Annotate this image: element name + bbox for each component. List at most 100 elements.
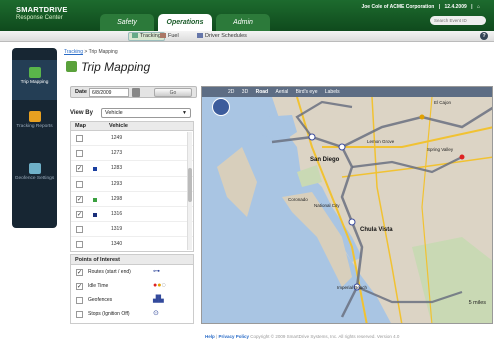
poi-row-stops[interactable]: Stops (Ignition Off) ⊙ [71, 307, 193, 321]
go-button[interactable]: Go [154, 88, 192, 97]
current-date: 12.4.2009 [444, 4, 467, 10]
city-label-national-city: National City [314, 203, 340, 208]
tab-operations[interactable]: Operations [158, 14, 212, 31]
trip-map[interactable]: 2D 3D Road Aerial Bird's eye Labels San … [201, 86, 493, 324]
stop-icon: ⊙ [153, 310, 159, 317]
privacy-policy-link[interactable]: Privacy Policy [218, 334, 249, 339]
map-style-aerial[interactable]: Aerial [275, 87, 288, 97]
table-row[interactable]: 1249 [71, 131, 193, 147]
table-row[interactable]: ✓ 1283 [71, 161, 193, 177]
view-by-label: View By [70, 110, 93, 116]
table-header: Map Vehicle [71, 122, 193, 131]
idle-marker[interactable] [419, 114, 425, 120]
help-link[interactable]: Help [205, 334, 215, 339]
idle-time-checkbox[interactable]: ✓ [76, 283, 83, 290]
map-style-birds-eye[interactable]: Bird's eye [296, 87, 318, 97]
city-label-el-cajon: El Cajon [434, 100, 452, 105]
vehicle-color-swatch [93, 197, 97, 202]
vehicle-id: 1316 [111, 210, 123, 217]
top-header-bar: SMARTDRIVE Response Center Safety Operat… [0, 0, 494, 31]
poi-label: Geofences [88, 297, 113, 303]
map-style-road[interactable]: Road [256, 87, 269, 97]
home-icon[interactable]: ⌂ [477, 4, 480, 10]
subnav-label: Driver Schedules [205, 33, 247, 39]
city-label-lemon-grove: Lemon Grove [367, 139, 395, 144]
vehicle-id: 1298 [111, 195, 123, 202]
table-row[interactable]: 1319 [71, 222, 193, 238]
view-by-value: Vehicle [105, 110, 123, 116]
search-input[interactable]: Search Event ID [430, 16, 486, 25]
footer: Help | Privacy Policy Copyright © 2009 S… [205, 334, 399, 339]
logo-subtitle: Response Center [16, 15, 63, 21]
help-icon[interactable]: ? [480, 32, 488, 40]
poi-title: Points of Interest [71, 255, 193, 265]
poi-row-idle-time[interactable]: ✓ Idle Time ●●◌ [71, 279, 193, 293]
breadcrumb-current: Trip Mapping [88, 49, 118, 55]
map-checkbox[interactable] [76, 180, 83, 188]
trip-route [295, 100, 353, 138]
route-marker[interactable] [348, 218, 356, 226]
geofence-icon [28, 163, 41, 174]
user-name[interactable]: Joe Cole of ACME Corporation [361, 4, 434, 10]
subnav-label: Fuel [168, 33, 179, 39]
geofences-checkbox[interactable] [76, 297, 83, 304]
table-row[interactable]: 1273 [71, 146, 193, 162]
routes-checkbox[interactable]: ✓ [76, 269, 83, 276]
city-label-coronado: Coronado [288, 197, 308, 202]
subnav-fuel[interactable]: Fuel [160, 32, 179, 41]
sidebar-item-tracking-reports[interactable]: Tracking Reports [12, 106, 57, 150]
sidebar-item-label: Tracking Reports [16, 124, 53, 129]
vehicle-id: 1319 [111, 226, 123, 233]
subnav-label: Tracking [140, 33, 161, 39]
table-scrollbar[interactable] [187, 132, 192, 250]
table-row[interactable]: ✓ 1298 [71, 192, 193, 207]
map-mode-2d[interactable]: 2D [228, 87, 234, 97]
column-header-vehicle[interactable]: Vehicle [109, 123, 128, 129]
table-row[interactable]: 1340 [71, 237, 193, 251]
map-checkbox[interactable]: ✓ [76, 195, 83, 203]
poi-row-routes[interactable]: ✓ Routes (start / end) ⊶ [71, 265, 193, 279]
table-row[interactable]: 1293 [71, 177, 193, 192]
map-labels-toggle[interactable]: Labels [325, 87, 340, 97]
tab-admin[interactable]: Admin [216, 14, 270, 31]
date-input[interactable]: 6/8/2009 [89, 88, 129, 97]
breadcrumb-link-tracking[interactable]: Tracking [64, 49, 83, 55]
page-title-text: Trip Mapping [81, 60, 151, 74]
poi-row-geofences[interactable]: Geofences ▟▙ [71, 293, 193, 307]
map-checkbox[interactable] [76, 226, 83, 234]
trip-route [351, 156, 463, 174]
user-info: Joe Cole of ACME Corporation | 12.4.2009… [358, 4, 480, 10]
freeway [341, 156, 492, 178]
route-marker[interactable] [308, 133, 316, 141]
map-checkbox[interactable] [76, 241, 83, 249]
sidebar-item-label: Trip Mapping [20, 80, 49, 85]
map-checkbox[interactable]: ✓ [76, 210, 83, 218]
trip-route [341, 106, 492, 149]
vehicle-id: 1340 [111, 241, 123, 248]
tab-safety[interactable]: Safety [100, 14, 154, 31]
sidebar-item-geofence-settings[interactable]: Geofence Settings [12, 158, 57, 202]
page-title: Trip Mapping [66, 60, 150, 74]
poi-label: Idle Time [88, 283, 109, 289]
divider: | [471, 4, 473, 10]
map-mode-3d[interactable]: 3D [242, 87, 248, 97]
smartdrive-logo[interactable]: SMARTDRIVE Response Center [16, 5, 98, 25]
map-navigation-compass[interactable] [212, 98, 230, 116]
map-checkbox[interactable] [76, 135, 83, 142]
column-header-map[interactable]: Map [75, 123, 86, 129]
calendar-icon[interactable] [132, 88, 140, 97]
idle-marker[interactable] [459, 154, 465, 160]
park-area [412, 237, 492, 323]
subnav-driver-schedules[interactable]: Driver Schedules [197, 32, 247, 41]
table-row[interactable]: ✓ 1316 [71, 207, 193, 223]
bus-icon [28, 67, 41, 78]
stops-checkbox[interactable] [76, 311, 83, 318]
divider: | [438, 4, 441, 10]
scrollbar-thumb[interactable] [188, 168, 192, 202]
bar-chart-icon [28, 111, 41, 122]
sidebar-item-trip-mapping[interactable]: Trip Mapping [12, 60, 57, 100]
map-checkbox[interactable]: ✓ [76, 165, 83, 173]
route-marker[interactable] [338, 143, 346, 151]
view-by-select[interactable]: Vehicle ▼ [101, 108, 191, 118]
map-checkbox[interactable] [76, 150, 83, 158]
